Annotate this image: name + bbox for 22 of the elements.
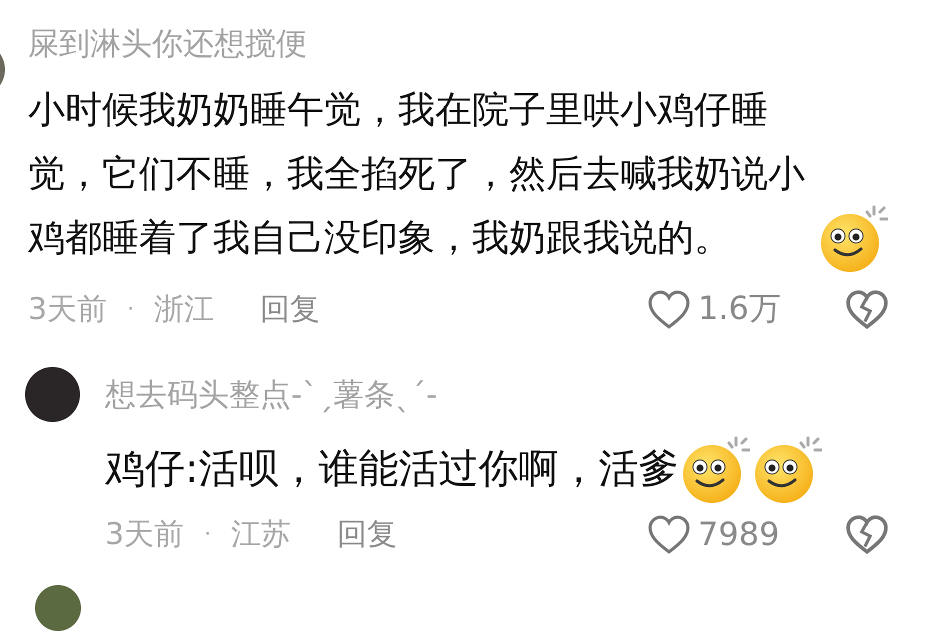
separator-dot: ·	[127, 296, 134, 322]
username: 想去码头整点-ˋˏ薯条ˎˊ-	[105, 376, 438, 414]
smiling-face-icon	[752, 434, 822, 504]
comment-time: 3天前	[105, 516, 184, 554]
smiling-face-icon	[818, 203, 888, 273]
comment-text: 小时候我奶奶睡午觉，我在院子里哄小鸡仔睡觉，它们不睡，我全掐死了，然后去喊我奶说小鸡都睡着了我自己没印象，我奶跟我说的。	[28, 87, 806, 261]
reply-link[interactable]: 回复	[260, 288, 320, 330]
smiling-face-icon	[680, 434, 750, 504]
separator-dot: ·	[204, 522, 212, 546]
reply-link[interactable]: 回复	[337, 514, 398, 554]
heart-icon[interactable]	[648, 290, 690, 328]
broken-heart-icon[interactable]	[846, 514, 888, 554]
comment-time: 3天前	[28, 290, 108, 328]
avatar-photo	[35, 585, 81, 631]
username: 屎到淋头你还想搅便	[28, 25, 307, 64]
comment-text: 鸡仔:活呗，谁能活过你啊，活爹	[105, 445, 678, 494]
like-count: 1.6万	[698, 288, 781, 329]
like-count: 7989	[698, 515, 780, 553]
heart-icon[interactable]	[648, 514, 690, 554]
broken-heart-icon[interactable]	[846, 290, 888, 328]
location-label: 浙江	[154, 290, 214, 328]
location-label: 江苏	[231, 516, 292, 554]
